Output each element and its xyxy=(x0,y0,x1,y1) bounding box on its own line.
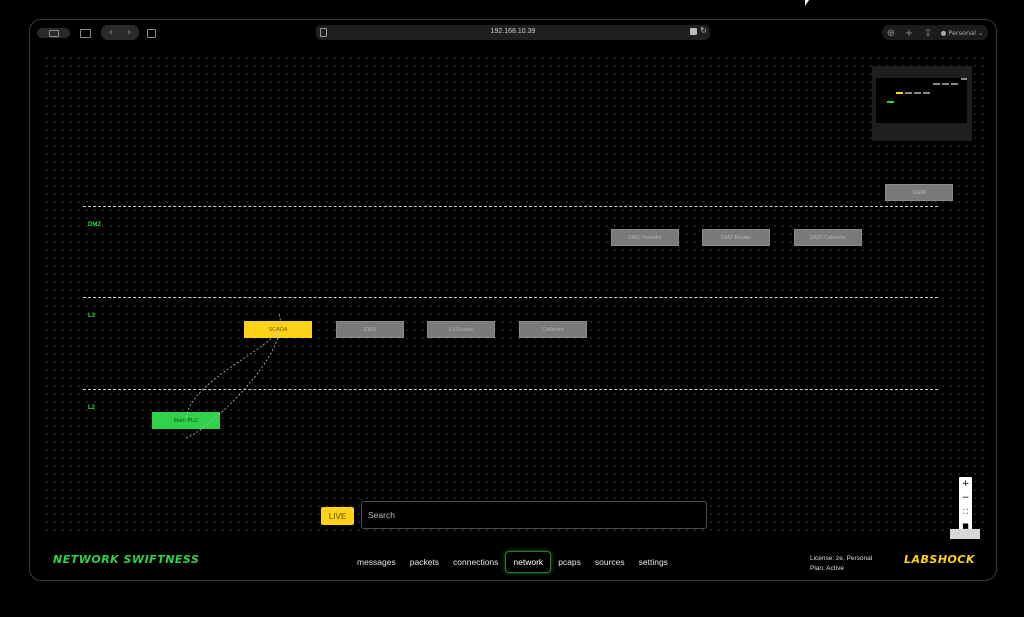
nav-sources[interactable]: sources xyxy=(588,551,632,573)
node-collector[interactable]: Collector xyxy=(519,321,587,338)
nav-settings[interactable]: settings xyxy=(632,551,675,573)
minimap-viewport xyxy=(876,78,967,123)
translate-icon[interactable] xyxy=(690,28,697,35)
node-ews[interactable]: EWS xyxy=(336,321,404,338)
node-dmz-collector[interactable]: DMZ-Collector xyxy=(794,229,862,246)
mouse-cursor-icon xyxy=(805,0,809,6)
network-canvas[interactable]: DMZ L3 L2 SIEM DMZ-Transfer DMZ-Router D… xyxy=(43,54,984,532)
browser-window: ‹ › 192.168.10.39 ↻ ⊕ + ⇪ ● Personal ⌄ D… xyxy=(29,19,997,581)
nav-packets[interactable]: packets xyxy=(403,551,446,573)
chevron-down-icon: ⌄ xyxy=(977,29,984,37)
nav-pcaps[interactable]: pcaps xyxy=(551,551,588,573)
profile-label: Personal xyxy=(948,29,976,37)
window-controls[interactable] xyxy=(37,28,70,38)
profile-button[interactable]: ● Personal ⌄ xyxy=(939,26,985,40)
back-icon[interactable]: ‹ xyxy=(104,25,118,40)
url-text: 192.168.10.39 xyxy=(490,28,536,35)
fit-view-icon[interactable]: ⛶ xyxy=(959,505,972,519)
app-logo: NETWORK SWIFTNESS xyxy=(53,553,200,566)
new-tab-icon[interactable]: + xyxy=(903,26,915,40)
nav-messages[interactable]: messages xyxy=(350,551,403,573)
history-nav: ‹ › xyxy=(101,25,139,40)
zone-label-l2: L2 xyxy=(88,405,96,411)
toolbar-right: ⊕ + ⇪ ● Personal ⌄ xyxy=(882,25,988,40)
zoom-in-icon[interactable]: + xyxy=(959,477,972,491)
zoom-controls: + − ⛶ ■ xyxy=(959,477,972,533)
minimap-node xyxy=(887,101,894,103)
live-button[interactable]: LIVE xyxy=(321,507,354,525)
zone-label-l3: L3 xyxy=(88,313,96,319)
zone-divider xyxy=(83,206,938,207)
sidebar-toggle-icon[interactable] xyxy=(78,26,92,40)
license-info: License: ze, Personal Plan: Active xyxy=(810,554,872,573)
tabs-icon[interactable] xyxy=(144,26,158,40)
minimap-node xyxy=(923,92,930,94)
search-input[interactable] xyxy=(361,501,707,529)
minimap-node xyxy=(961,78,967,80)
minimap-node xyxy=(914,92,921,94)
node-dmz-transfer[interactable]: DMZ-Transfer xyxy=(611,229,679,246)
reload-icon[interactable]: ↻ xyxy=(700,26,707,35)
share-icon[interactable]: ⇪ xyxy=(922,26,934,40)
minimap-node xyxy=(942,83,949,85)
zone-divider xyxy=(83,297,938,298)
downloads-icon[interactable]: ⊕ xyxy=(885,26,897,40)
minimap[interactable] xyxy=(872,66,972,141)
node-dmz-router[interactable]: DMZ-Router xyxy=(702,229,770,246)
nav-connections[interactable]: connections xyxy=(446,551,505,573)
license-text: License: ze, Personal xyxy=(810,555,873,562)
node-siem[interactable]: SIEM xyxy=(885,184,953,201)
browser-toolbar: ‹ › 192.168.10.39 ↻ ⊕ + ⇪ ● Personal ⌄ xyxy=(30,20,996,46)
main-nav: messages packets connections network pca… xyxy=(350,550,675,574)
nav-network[interactable]: network xyxy=(505,551,552,573)
plan-text: Plan: Active xyxy=(810,564,844,572)
zone-label-dmz: DMZ xyxy=(88,222,101,228)
zone-divider xyxy=(83,389,938,390)
node-main-plc[interactable]: Main-PLC xyxy=(152,412,220,429)
node-scada[interactable]: SCADA xyxy=(244,321,312,338)
connection-edges xyxy=(185,313,281,439)
minimap-node xyxy=(896,92,903,94)
labshock-logo: LABSHOCK xyxy=(904,553,975,566)
minimap-node xyxy=(905,92,912,94)
attribution-tab xyxy=(950,529,980,539)
address-bar[interactable]: 192.168.10.39 ↻ xyxy=(316,25,710,40)
node-l3-router[interactable]: L3-Router xyxy=(427,321,495,338)
minimap-node xyxy=(951,83,958,85)
tab-overview-icon[interactable] xyxy=(49,30,59,37)
person-icon: ● xyxy=(940,29,947,37)
zoom-out-icon[interactable]: − xyxy=(959,491,972,505)
minimap-node xyxy=(933,83,940,85)
forward-icon[interactable]: › xyxy=(122,25,136,40)
edge-scada-main-plc xyxy=(185,329,280,425)
